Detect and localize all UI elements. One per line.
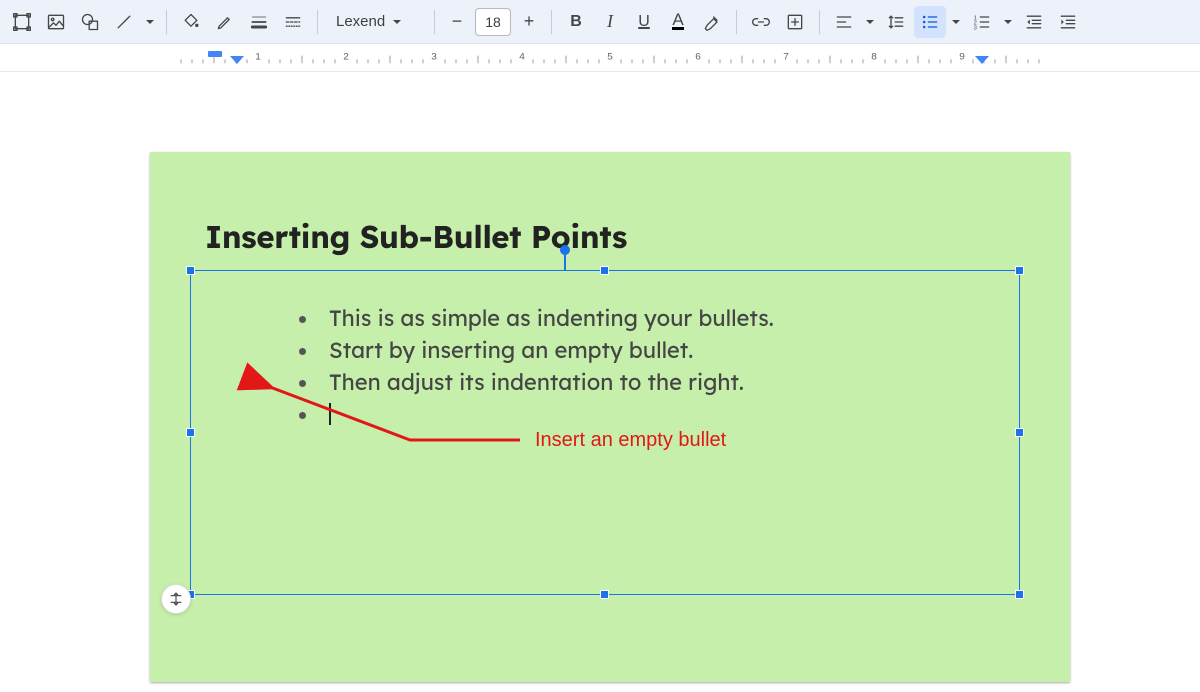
- svg-text:2: 2: [343, 52, 349, 63]
- font-size-group: − +: [443, 8, 543, 36]
- resize-handle-s[interactable]: [600, 590, 609, 599]
- svg-text:8: 8: [871, 52, 877, 63]
- separator: [434, 10, 435, 34]
- numbered-list-menu-caret[interactable]: [1000, 17, 1016, 27]
- svg-text:5: 5: [607, 52, 613, 63]
- resize-handle-e[interactable]: [1015, 428, 1024, 437]
- align-button[interactable]: [828, 6, 860, 38]
- separator: [317, 10, 318, 34]
- resize-handle-w[interactable]: [186, 428, 195, 437]
- font-family-select[interactable]: Lexend: [326, 13, 426, 30]
- select-tool-button[interactable]: [6, 6, 38, 38]
- svg-text:4: 4: [519, 52, 525, 63]
- text-cursor: [329, 403, 331, 425]
- italic-button[interactable]: I: [594, 6, 626, 38]
- slide-canvas[interactable]: Inserting Sub-Bullet Points This is as s…: [150, 152, 1070, 682]
- rotation-handle-stem: [564, 255, 566, 270]
- bulleted-list-menu-caret[interactable]: [948, 17, 964, 27]
- decrease-indent-button[interactable]: [1018, 6, 1050, 38]
- underline-button[interactable]: U: [628, 6, 660, 38]
- bulleted-list-button[interactable]: [914, 6, 946, 38]
- line-menu-caret[interactable]: [142, 17, 158, 27]
- right-indent-marker[interactable]: [975, 56, 989, 64]
- border-color-button[interactable]: [209, 6, 241, 38]
- border-weight-button[interactable]: [243, 6, 275, 38]
- ruler-ticks: 1 2 3 4 5 6 7 8 9: [150, 44, 1200, 71]
- first-line-indent-marker[interactable]: [208, 51, 222, 57]
- body-textbox[interactable]: This is as simple as indenting your bull…: [190, 270, 1020, 595]
- svg-text:9: 9: [959, 52, 965, 63]
- svg-text:3: 3: [974, 25, 977, 31]
- svg-text:1: 1: [255, 52, 261, 63]
- fill-color-button[interactable]: [175, 6, 207, 38]
- insert-comment-button[interactable]: [779, 6, 811, 38]
- separator: [736, 10, 737, 34]
- bullet-item[interactable]: Start by inserting an empty bullet.: [291, 335, 999, 367]
- numbered-list-button[interactable]: 123: [966, 6, 998, 38]
- decrease-font-button[interactable]: −: [443, 8, 471, 36]
- highlight-button[interactable]: [696, 6, 728, 38]
- left-indent-marker[interactable]: [230, 56, 244, 64]
- horizontal-ruler[interactable]: 1 2 3 4 5 6 7 8 9: [0, 44, 1200, 72]
- bullet-item[interactable]: This is as simple as indenting your bull…: [291, 303, 999, 335]
- svg-text:6: 6: [695, 52, 701, 63]
- font-family-label: Lexend: [336, 13, 385, 30]
- resize-handle-n[interactable]: [600, 266, 609, 275]
- svg-text:7: 7: [783, 52, 789, 63]
- autofit-button[interactable]: [161, 584, 191, 614]
- separator: [819, 10, 820, 34]
- bullet-list[interactable]: This is as simple as indenting your bull…: [251, 303, 999, 431]
- bullet-item-empty[interactable]: [291, 399, 999, 431]
- border-dash-button[interactable]: [277, 6, 309, 38]
- resize-handle-nw[interactable]: [186, 266, 195, 275]
- shape-button[interactable]: [74, 6, 106, 38]
- image-button[interactable]: [40, 6, 72, 38]
- svg-text:3: 3: [431, 52, 437, 63]
- text-color-button[interactable]: A: [662, 6, 694, 38]
- chevron-down-icon: [389, 17, 405, 27]
- separator: [551, 10, 552, 34]
- font-size-input[interactable]: [475, 8, 511, 36]
- editor-stage[interactable]: Inserting Sub-Bullet Points This is as s…: [0, 72, 1200, 692]
- align-menu-caret[interactable]: [862, 17, 878, 27]
- resize-handle-ne[interactable]: [1015, 266, 1024, 275]
- bold-button[interactable]: B: [560, 6, 592, 38]
- increase-indent-button[interactable]: [1052, 6, 1084, 38]
- line-button[interactable]: [108, 6, 140, 38]
- rotation-handle[interactable]: [560, 245, 570, 255]
- resize-handle-se[interactable]: [1015, 590, 1024, 599]
- bullet-item[interactable]: Then adjust its indentation to the right…: [291, 367, 999, 399]
- increase-font-button[interactable]: +: [515, 8, 543, 36]
- line-spacing-button[interactable]: [880, 6, 912, 38]
- separator: [166, 10, 167, 34]
- formatting-toolbar: Lexend − + B I U A 123: [0, 0, 1200, 44]
- insert-link-button[interactable]: [745, 6, 777, 38]
